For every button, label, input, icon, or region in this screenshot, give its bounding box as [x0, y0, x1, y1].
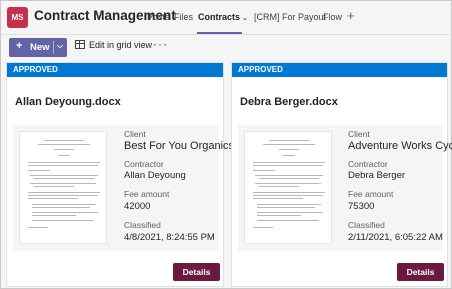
card-details: Client Adventure Works Cycles Contractor…	[238, 125, 452, 251]
fee-label: Fee amount	[124, 189, 170, 199]
details-button[interactable]: Details	[173, 263, 220, 281]
tab-contracts-label: Contracts	[198, 12, 241, 22]
classified-value: 2/11/2021, 6:05:22 AM	[348, 232, 443, 243]
split-divider	[53, 41, 54, 54]
tab-contracts[interactable]: Contracts ⌄	[198, 12, 248, 22]
client-label: Client	[348, 129, 370, 139]
command-bar: + New ⌵ Edit in grid view ···	[1, 36, 451, 58]
contract-card[interactable]: APPROVED Debra Berger.docx Client Advent…	[231, 62, 452, 287]
tab-flow[interactable]: Flow	[323, 12, 342, 22]
fee-label: Fee amount	[348, 189, 394, 199]
contract-card[interactable]: APPROVED Allan Deyoung.docx Client Best …	[6, 62, 234, 287]
details-button[interactable]: Details	[397, 263, 444, 281]
edit-grid-view-button[interactable]: Edit in grid view	[75, 40, 152, 50]
chevron-down-icon[interactable]: ⌵	[57, 41, 63, 51]
contractor-label: Contractor	[348, 159, 388, 169]
document-thumbnail[interactable]	[244, 131, 332, 244]
fee-value: 75300	[348, 201, 375, 212]
client-value: Adventure Works Cycles	[348, 140, 452, 152]
more-options-icon[interactable]: ···	[153, 37, 168, 51]
status-badge: APPROVED	[7, 63, 223, 77]
contractor-value: Debra Berger	[348, 170, 406, 181]
active-tab-indicator	[197, 32, 242, 34]
tab-posts[interactable]: Posts	[147, 12, 170, 22]
file-name[interactable]: Debra Berger.docx	[240, 96, 338, 108]
new-button-label: New	[30, 42, 50, 53]
edit-grid-view-label: Edit in grid view	[89, 40, 153, 50]
new-button[interactable]: + New ⌵	[9, 38, 67, 57]
chevron-down-icon[interactable]: ⌄	[242, 15, 248, 22]
tab-crm-for-payout[interactable]: [CRM] For Payout	[254, 12, 326, 22]
plus-icon: +	[16, 40, 23, 52]
card-details: Client Best For You Organics Contractor …	[13, 125, 234, 251]
classified-label: Classified	[348, 220, 385, 230]
app-window: MS Contract Management Posts Files Contr…	[0, 0, 452, 289]
team-avatar[interactable]: MS	[7, 7, 28, 28]
contractor-label: Contractor	[124, 159, 164, 169]
plus-icon[interactable]: +	[347, 8, 355, 23]
tab-files[interactable]: Files	[174, 12, 193, 22]
classified-label: Classified	[124, 220, 161, 230]
classified-value: 4/8/2021, 8:24:55 PM	[124, 232, 215, 243]
fee-value: 42000	[124, 201, 151, 212]
client-label: Client	[124, 129, 146, 139]
grid-icon	[75, 40, 85, 49]
contractor-value: Allan Deyoung	[124, 170, 186, 181]
client-value: Best For You Organics	[124, 140, 235, 152]
file-name[interactable]: Allan Deyoung.docx	[15, 96, 121, 108]
document-thumbnail[interactable]	[19, 131, 107, 244]
status-badge: APPROVED	[232, 63, 447, 77]
channel-header: MS Contract Management Posts Files Contr…	[1, 1, 451, 35]
